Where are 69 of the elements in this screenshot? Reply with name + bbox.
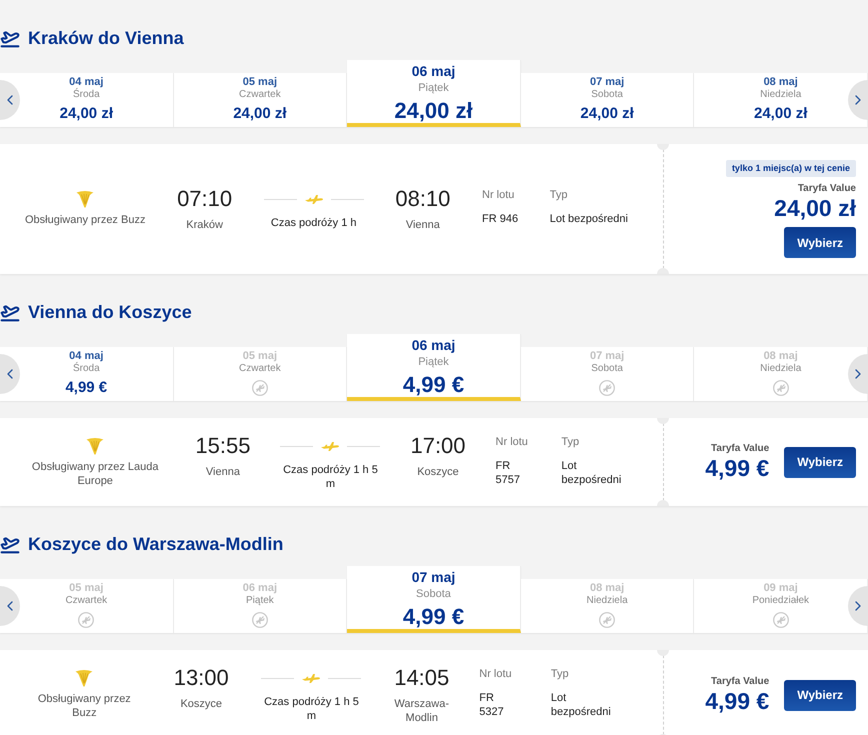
date-tab[interactable]: 07 maj Sobota 4,99 € bbox=[347, 566, 521, 633]
flight-type-label: Typ bbox=[550, 667, 569, 682]
date-tab[interactable]: 06 maj Piątek 4,99 € bbox=[347, 334, 521, 401]
harp-icon bbox=[86, 437, 104, 455]
seats-left-badge: tylko 1 miejsc(a) w tej cenie bbox=[726, 160, 856, 177]
arrival-city: Koszyce bbox=[417, 465, 459, 479]
flight-number-label: Nr lotu bbox=[479, 667, 512, 682]
flight-type-label: Typ bbox=[561, 435, 580, 450]
date-tab[interactable]: 04 maj Środa 4,99 € bbox=[0, 347, 174, 401]
date-tab[interactable]: 05 maj Czwartek 24,00 zł bbox=[174, 73, 348, 127]
fare-price: 4,99 € bbox=[705, 454, 770, 482]
departure-time: 13:00 bbox=[174, 665, 229, 691]
date-tab[interactable]: 08 maj Niedziela 24,00 zł bbox=[694, 73, 868, 127]
no-flights-icon bbox=[252, 612, 268, 628]
date-tab[interactable]: 06 maj Piątek 24,00 zł bbox=[347, 60, 521, 127]
select-button[interactable]: Wybierz bbox=[784, 680, 856, 710]
fare-name: Taryfa Value bbox=[711, 676, 770, 688]
no-flights-icon bbox=[772, 612, 789, 628]
card-notch bbox=[657, 418, 669, 424]
plane-icon bbox=[321, 442, 340, 450]
arrival-time: 17:00 bbox=[410, 433, 466, 459]
fare-price: 4,99 € bbox=[705, 688, 770, 714]
no-flights-icon bbox=[78, 612, 94, 628]
arrival-city: Warszawa-Modlin bbox=[394, 697, 450, 725]
flight-type: Lot bezpośredni bbox=[561, 459, 622, 487]
arrival-time: 08:10 bbox=[395, 186, 450, 212]
card-notch bbox=[657, 500, 669, 506]
arrival-time: 14:05 bbox=[394, 665, 450, 691]
flight-type-label: Typ bbox=[550, 188, 568, 203]
arrival-city: Vienna bbox=[406, 218, 440, 232]
departure-city: Vienna bbox=[206, 465, 240, 479]
departure-city: Koszyce bbox=[180, 697, 222, 711]
no-flights-icon bbox=[599, 612, 616, 628]
departure-time: 07:10 bbox=[177, 186, 232, 212]
departure-time: 15:55 bbox=[195, 433, 250, 459]
route-title: Kraków do Vienna bbox=[28, 28, 184, 48]
flight-number: FR 5757 bbox=[496, 459, 522, 487]
date-tab[interactable]: 04 maj Środa 24,00 zł bbox=[0, 73, 174, 127]
fare-price: 24,00 zł bbox=[774, 195, 856, 222]
select-button[interactable]: Wybierz bbox=[784, 227, 856, 258]
date-tab[interactable]: 07 maj Sobota 24,00 zł bbox=[520, 73, 694, 127]
card-notch bbox=[657, 268, 669, 274]
select-button[interactable]: Wybierz bbox=[784, 446, 856, 478]
flight-duration: Czas podróży 1 h bbox=[270, 216, 357, 230]
flight-number-label: Nr lotu bbox=[496, 435, 528, 450]
flight-number: FR 5327 bbox=[479, 691, 505, 719]
harp-icon bbox=[75, 669, 94, 687]
route-title: Vienna do Koszyce bbox=[28, 302, 192, 322]
operator-text: Obsługiwany przez Lauda Europe bbox=[30, 460, 160, 488]
operator-text: Obsługiwany przez Buzz bbox=[36, 692, 132, 720]
departure-city: Kraków bbox=[186, 218, 223, 232]
flight-number-label: Nr lotu bbox=[482, 188, 514, 203]
no-flights-icon bbox=[599, 380, 616, 396]
operator-text: Obsługiwany przez Buzz bbox=[25, 213, 146, 227]
harp-icon bbox=[76, 190, 94, 208]
flight-type: Lot bezpośredni bbox=[550, 691, 612, 719]
card-notch bbox=[657, 650, 669, 656]
flight-duration: Czas podróży 1 h 5 m bbox=[263, 695, 360, 723]
plane-icon bbox=[302, 674, 320, 682]
plane-icon bbox=[304, 194, 323, 204]
fare-name: Taryfa Value bbox=[711, 442, 770, 454]
route-title: Koszyce do Warszawa-Modlin bbox=[28, 534, 284, 554]
flight-number: FR 946 bbox=[482, 212, 518, 226]
no-flights-icon bbox=[252, 380, 268, 396]
fare-name: Taryfa Value bbox=[798, 183, 856, 195]
flight-duration: Czas podróży 1 h 5 m bbox=[282, 463, 379, 491]
flight-type: Lot bezpośredni bbox=[550, 212, 628, 226]
no-flights-icon bbox=[772, 380, 789, 396]
card-notch bbox=[657, 144, 669, 150]
